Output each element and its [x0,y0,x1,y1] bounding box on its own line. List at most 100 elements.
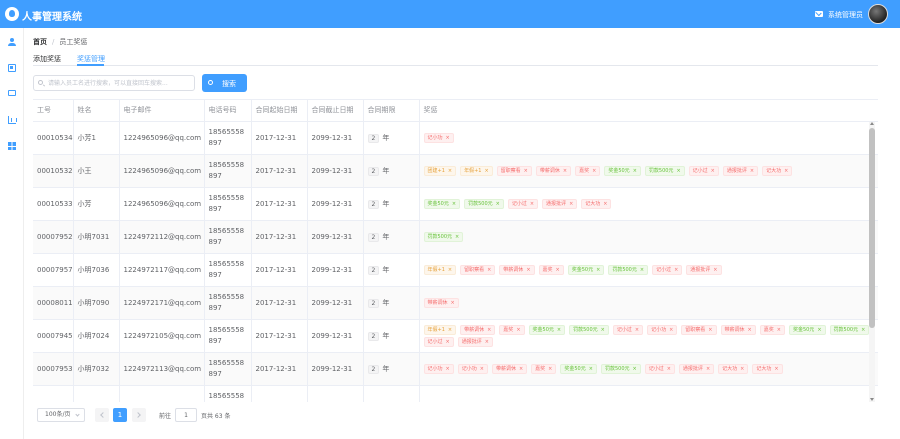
reward-tag: 记大功 × [762,165,793,176]
close-icon[interactable]: × [774,366,778,372]
table-body: 00010534 小芳1 1224965096@qq.com 18565558897 2… [33,121,878,402]
close-icon[interactable]: × [635,327,639,333]
reward-tag-label: 通报批评 [682,365,703,372]
page-number-current[interactable]: 1 [113,408,127,422]
close-icon[interactable]: × [448,168,452,174]
close-icon[interactable]: × [633,366,637,372]
close-icon[interactable]: × [530,201,534,207]
reward-tag: 通报批评 × [457,336,493,347]
app-title: 人事管理系统 [22,12,82,23]
cell-email: 1224965096@qq.com [119,154,205,188]
reward-tag: 记小过 × [507,198,539,209]
reward-tag: 留职察看 × [460,264,496,275]
close-icon[interactable]: × [596,267,600,273]
close-icon[interactable]: × [708,327,712,333]
cell-name: 小明7036 [73,253,120,287]
chart-icon[interactable] [8,116,17,124]
close-icon[interactable]: × [446,339,450,345]
close-icon[interactable]: × [669,327,673,333]
close-icon[interactable]: × [487,267,491,273]
logo-icon [5,7,19,21]
cell-name: 小芳1 [73,121,120,155]
search-input[interactable] [33,75,195,91]
close-icon[interactable]: × [601,327,605,333]
reward-tag: 记小过 × [644,363,675,374]
tab-reward-management[interactable]: 奖惩管理 [77,54,105,64]
close-icon[interactable]: × [633,168,637,174]
close-icon[interactable]: × [480,366,484,372]
close-icon[interactable]: × [526,267,530,273]
cell-id [33,385,74,402]
user-icon[interactable] [8,38,16,46]
close-icon[interactable]: × [487,327,491,333]
tab-add-reward[interactable]: 添加奖惩 [33,54,61,64]
close-icon[interactable]: × [706,366,710,372]
close-icon[interactable]: × [484,168,488,174]
close-icon[interactable]: × [446,366,450,372]
close-icon[interactable]: × [516,327,520,333]
close-icon[interactable]: × [603,201,607,207]
close-icon[interactable]: × [750,168,754,174]
goto-page-input[interactable] [175,408,197,422]
cell-end-date: 2099-12-31 [307,319,364,353]
close-icon[interactable]: × [485,339,489,345]
header-duration: 合同期限 [363,100,420,122]
id-card-icon[interactable] [8,90,16,96]
breadcrumb-home[interactable]: 首页 [33,38,47,46]
close-icon[interactable]: × [592,168,596,174]
close-icon[interactable]: × [524,168,528,174]
reward-tag-label: 记小过 [648,365,664,372]
close-icon[interactable]: × [557,327,561,333]
cell-email: 1224972113@qq.com [119,352,205,386]
close-icon[interactable]: × [640,267,644,273]
close-icon[interactable]: × [548,366,552,372]
header-name: 姓名 [73,100,120,122]
reward-tag: 奖金50元 × [567,264,605,275]
close-icon[interactable]: × [748,327,752,333]
reward-tag: 通报批评 × [722,165,759,176]
close-icon[interactable]: × [452,201,456,207]
scroll-up-icon[interactable] [870,122,874,125]
reward-tag: 留职察看 × [681,324,717,335]
close-icon[interactable]: × [861,327,865,333]
close-icon[interactable]: × [569,201,573,207]
close-icon[interactable]: × [448,327,452,333]
header-email: 电子邮件 [119,100,205,122]
close-icon[interactable]: × [674,267,678,273]
close-icon[interactable]: × [455,234,459,240]
close-icon[interactable]: × [589,366,593,372]
windows-icon[interactable] [8,142,16,150]
scrollbar-thumb[interactable] [869,128,875,328]
user-name[interactable]: 系统管理员 [828,10,863,20]
close-icon[interactable]: × [667,366,671,372]
scroll-down-icon[interactable] [870,398,874,401]
close-icon[interactable]: × [817,327,821,333]
close-icon[interactable]: × [556,267,560,273]
close-icon[interactable]: × [448,267,452,273]
close-icon[interactable]: × [446,135,450,141]
card-icon[interactable] [8,64,16,72]
close-icon[interactable]: × [740,366,744,372]
close-icon[interactable]: × [711,168,715,174]
prev-page-button[interactable] [95,408,109,422]
page-size-select[interactable]: 100条/页 [37,408,85,422]
close-icon[interactable]: × [713,267,717,273]
cell-start-date: 2017-12-31 [251,220,308,254]
mail-icon[interactable] [815,11,823,17]
next-page-button[interactable] [132,408,146,422]
duration-unit: 年 [382,331,390,340]
cell-duration: 2年 [363,319,420,353]
close-icon[interactable]: × [519,366,523,372]
close-icon[interactable]: × [676,168,680,174]
reward-tag-label: 记小过 [656,266,672,273]
avatar[interactable] [868,4,888,24]
cell-end-date: 2099-12-31 [307,220,364,254]
reward-tag: 嘉奖 × [759,324,785,335]
close-icon[interactable]: × [777,327,781,333]
close-icon[interactable]: × [451,300,455,306]
close-icon[interactable]: × [784,168,788,174]
reward-tag: 带薪调休 × [499,264,535,275]
close-icon[interactable]: × [496,201,500,207]
close-icon[interactable]: × [563,168,567,174]
cell-rewards: 年假+1 × 留职察看 × 带薪调休 × 嘉奖 × 奖金50元 × 罚款500元 × 记小过 × 通报批评 × [419,253,878,287]
